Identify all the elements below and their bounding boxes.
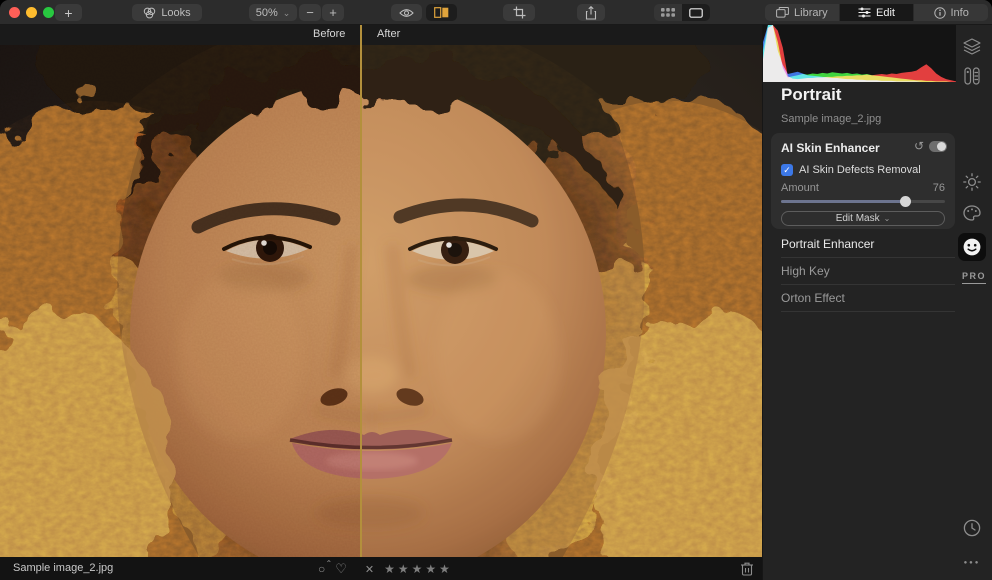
quick-preview-button[interactable]	[391, 4, 422, 21]
add-photos-button[interactable]: +	[55, 4, 82, 21]
edit-sliders-icon	[858, 7, 871, 18]
tool-item-portrait-enhancer[interactable]: Portrait Enhancer	[781, 231, 955, 258]
more-options-icon[interactable]: ●●●	[961, 552, 983, 574]
skin-defects-checkbox[interactable]: ✓	[781, 164, 793, 176]
zoom-in-button[interactable]: +	[322, 4, 344, 21]
edits-panel-icon[interactable]	[961, 65, 983, 87]
ai-skin-enhancer-panel: AI Skin Enhancer ↺ ✓ AI Skin Defects Rem…	[771, 133, 955, 229]
tool-rail: PRO ●●●	[952, 25, 992, 580]
edit-mask-button[interactable]: Edit Mask ⌄	[781, 211, 945, 226]
tab-info[interactable]: Info	[914, 4, 988, 21]
trash-icon[interactable]	[741, 562, 753, 576]
zoom-level-value: 50%	[256, 7, 278, 19]
filmstrip-bar: Sample image_2.jpg ○⌃ ♡ ✕ ★★★★★	[0, 557, 762, 580]
tool-item-orton-effect[interactable]: Orton Effect	[781, 285, 955, 312]
crop-icon	[513, 6, 526, 19]
toggle-knob	[937, 142, 946, 151]
filename-label: Sample image_2.jpg	[13, 562, 113, 574]
close-window-button[interactable]	[9, 7, 20, 18]
looks-label: Looks	[161, 7, 190, 19]
histogram	[763, 25, 956, 82]
edit-mask-label: Edit Mask	[836, 213, 880, 224]
plus-icon: +	[64, 5, 72, 21]
compare-strip: Before After	[0, 25, 762, 45]
amount-label: Amount	[781, 182, 819, 194]
toolbar: + Looks 50% ⌄ − +	[0, 0, 992, 25]
amount-slider[interactable]	[781, 200, 945, 203]
pro-badge: PRO	[962, 271, 986, 284]
info-icon	[934, 7, 946, 19]
single-view-button[interactable]	[682, 4, 710, 21]
portrait-photo	[0, 45, 762, 557]
image-canvas[interactable]: Before After	[0, 25, 762, 557]
fullscreen-window-button[interactable]	[43, 7, 54, 18]
chevron-down-icon: ⌄	[884, 214, 891, 223]
panel-title: AI Skin Enhancer	[781, 141, 880, 155]
plus-icon: +	[329, 5, 337, 20]
star-rating[interactable]: ★★★★★	[384, 562, 453, 576]
layers-icon[interactable]	[961, 35, 983, 57]
circle-icon: ○	[318, 562, 325, 576]
window-controls	[9, 7, 54, 18]
image-name-label: Sample image_2.jpg	[781, 113, 881, 125]
eye-icon	[399, 8, 414, 18]
panel-toggle[interactable]	[929, 141, 947, 152]
tab-library-label: Library	[794, 7, 828, 19]
portrait-face-icon[interactable]	[958, 233, 986, 261]
rating-controls: ○⌃ ♡ ✕ ★★★★★	[318, 561, 453, 577]
tab-info-label: Info	[951, 7, 969, 19]
minimize-window-button[interactable]	[26, 7, 37, 18]
grid-view-icon	[661, 8, 675, 17]
tab-edit[interactable]: Edit	[840, 4, 915, 21]
color-label-button[interactable]: ○⌃	[318, 562, 325, 576]
minus-icon: −	[306, 5, 314, 20]
share-button[interactable]	[577, 4, 605, 21]
share-icon	[585, 6, 597, 20]
looks-icon	[143, 7, 156, 19]
skin-defects-label: AI Skin Defects Removal	[799, 164, 921, 176]
zoom-level-dropdown[interactable]: 50% ⌄	[249, 4, 297, 21]
before-label: Before	[313, 28, 345, 40]
creative-palette-icon[interactable]	[961, 202, 983, 224]
amount-slider-fill	[781, 200, 906, 203]
reject-button[interactable]: ✕	[365, 563, 374, 576]
compare-split-icon	[434, 7, 449, 18]
looks-button[interactable]: Looks	[132, 4, 202, 21]
amount-slider-handle[interactable]	[900, 196, 911, 207]
compare-before-after-button[interactable]	[426, 4, 457, 21]
grid-view-button[interactable]	[654, 4, 682, 21]
chevron-down-icon: ⌄	[283, 8, 291, 19]
amount-value: 76	[933, 182, 945, 194]
mode-tabs: Library Edit Info	[765, 4, 988, 21]
reset-undo-icon[interactable]: ↺	[914, 139, 924, 153]
zoom-out-button[interactable]: −	[299, 4, 321, 21]
caret-up-icon: ⌃	[326, 559, 333, 568]
tool-item-high-key[interactable]: High Key	[781, 258, 955, 285]
crop-button[interactable]	[503, 4, 535, 21]
compare-divider-handle[interactable]	[360, 25, 362, 557]
app-window: + Looks 50% ⌄ − +	[0, 0, 992, 580]
tool-list: Portrait Enhancer High Key Orton Effect	[781, 231, 955, 312]
tab-library[interactable]: Library	[765, 4, 840, 21]
view-mode-switch	[654, 4, 710, 21]
histogram-panel	[763, 25, 956, 82]
single-view-icon	[689, 8, 703, 18]
after-label: After	[377, 28, 400, 40]
library-icon	[776, 7, 789, 18]
essentials-sun-icon[interactable]	[961, 171, 983, 193]
tool-title: Portrait	[781, 85, 841, 105]
history-clock-icon[interactable]	[961, 517, 983, 539]
favorite-heart-button[interactable]: ♡	[335, 561, 347, 577]
tab-edit-label: Edit	[876, 7, 895, 19]
